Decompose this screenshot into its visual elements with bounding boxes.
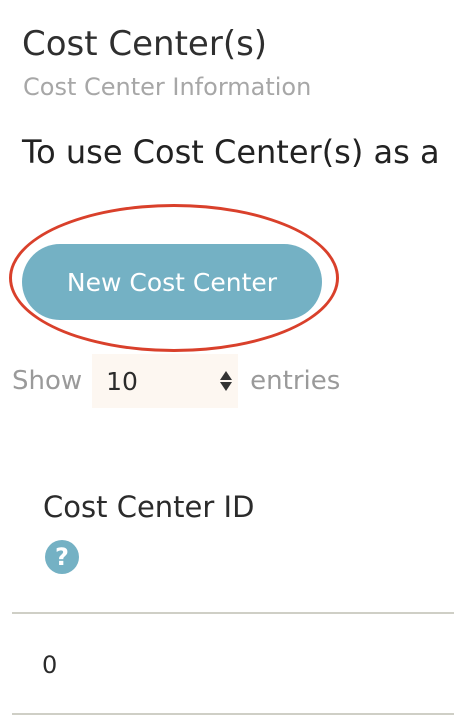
question-circle-icon[interactable]: ? <box>45 540 79 574</box>
new-cost-center-button[interactable]: New Cost Center <box>22 244 322 320</box>
entries-per-page-value: 10 <box>106 366 138 396</box>
table-cell-cost-center-id: 0 <box>42 651 58 679</box>
table-row-divider <box>12 713 454 715</box>
column-header-cost-center-id[interactable]: Cost Center ID <box>43 487 254 527</box>
show-label: Show <box>12 366 83 396</box>
page-title: Cost Center(s) <box>22 24 268 64</box>
entries-length-menu: Show 10 entries <box>12 354 341 408</box>
entries-label: entries <box>250 366 341 396</box>
entries-per-page-select[interactable]: 10 <box>92 354 239 408</box>
table-header-divider <box>12 612 454 614</box>
cost-center-page: Cost Center(s) Cost Center Information T… <box>0 0 454 716</box>
page-subtitle: Cost Center Information <box>23 73 312 101</box>
select-arrows-icon <box>220 371 233 391</box>
intro-text: To use Cost Center(s) as a <box>22 133 440 171</box>
